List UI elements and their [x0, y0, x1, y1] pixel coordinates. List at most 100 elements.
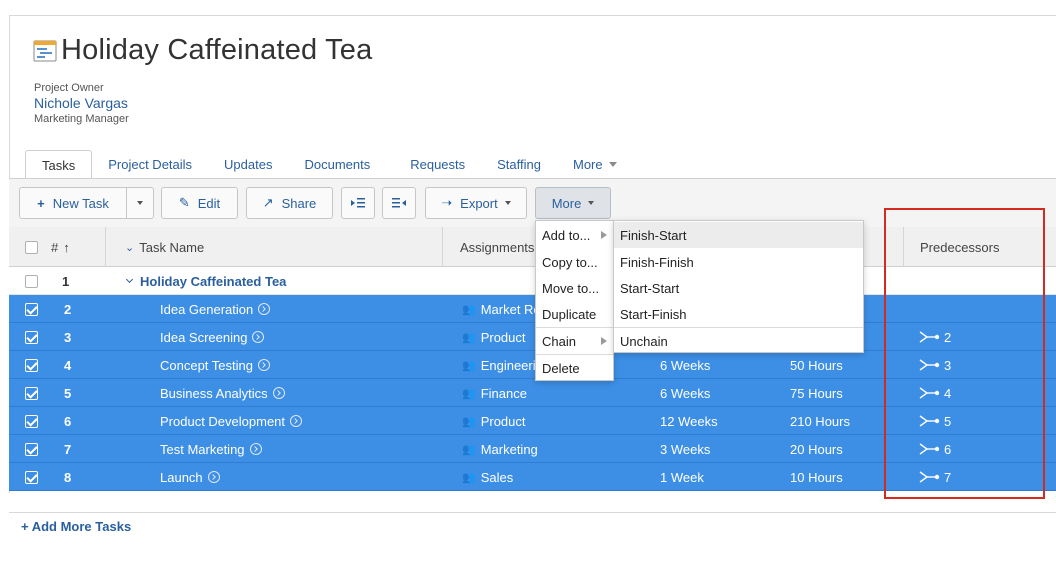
task-name-cell[interactable]: Idea Generation	[160, 295, 271, 323]
tab-documents[interactable]: Documents	[288, 150, 394, 179]
menu-item-finish-start[interactable]: Finish-Start	[614, 222, 863, 248]
more-label: More	[551, 195, 582, 211]
select-all-checkbox[interactable]	[25, 227, 38, 267]
duration-cell[interactable]: 12 Weeks	[660, 407, 718, 435]
checkbox	[25, 274, 38, 288]
menu-item-label: Finish-Finish	[620, 254, 694, 270]
planned-hours-cell[interactable]: 10 Hours	[790, 463, 843, 491]
open-task-icon[interactable]	[252, 331, 265, 343]
menu-item-unchain[interactable]: Unchain	[614, 328, 863, 354]
planned-hours-cell[interactable]: 50 Hours	[790, 351, 843, 379]
export-button[interactable]: ➝ Export	[425, 187, 527, 219]
menu-item-delete[interactable]: Delete	[536, 355, 613, 381]
row-number: 2	[64, 301, 72, 317]
assignment-cell[interactable]: 👥 Sales	[462, 463, 513, 491]
open-task-icon[interactable]	[258, 303, 271, 315]
row-checkbox[interactable]	[25, 407, 38, 435]
assignment: Marketing	[480, 441, 538, 457]
more-button[interactable]: More	[535, 187, 611, 219]
row-checkbox[interactable]	[25, 351, 38, 379]
duration-cell[interactable]: 6 Weeks	[660, 351, 710, 379]
column-number[interactable]: # ↑	[51, 227, 70, 267]
assignment-cell[interactable]: 👥 Product	[462, 407, 526, 435]
add-more-tasks-link[interactable]: + Add More Tasks	[21, 519, 131, 534]
task-name-cell[interactable]: Test Marketing	[160, 435, 262, 463]
task-name-cell[interactable]: Product Development	[160, 407, 303, 435]
menu-item-add-to[interactable]: Add to...	[536, 222, 613, 248]
owner-name-link[interactable]: Nichole Vargas	[34, 95, 128, 111]
edit-button[interactable]: ✎ Edit	[161, 187, 238, 219]
open-task-icon[interactable]	[272, 387, 285, 399]
assignment-cell[interactable]: 👥 Marketing	[462, 435, 538, 463]
tab-more-label: More	[573, 157, 603, 172]
column-task-name[interactable]: ⌄ Task Name	[125, 227, 204, 267]
assignment: Engineeri	[480, 357, 536, 373]
row-checkbox[interactable]	[25, 463, 38, 491]
menu-item-move-to[interactable]: Move to...	[536, 275, 613, 301]
menu-item-label: Start-Start	[620, 280, 680, 296]
row-checkbox[interactable]	[25, 323, 38, 351]
menu-item-copy-to[interactable]: Copy to...	[536, 249, 613, 275]
task-name-cell[interactable]: Idea Screening	[160, 323, 265, 351]
tab-more[interactable]: More	[557, 150, 633, 179]
assignment: Finance	[480, 385, 527, 401]
task-name: Test Marketing	[160, 441, 245, 457]
task-name-cell[interactable]: Launch	[160, 463, 220, 491]
row-checkbox[interactable]	[25, 267, 38, 295]
indent-button[interactable]	[341, 187, 375, 219]
people-icon: 👥	[462, 443, 476, 456]
edit-label: Edit	[197, 195, 221, 211]
new-task-button[interactable]: + New Task	[19, 187, 127, 219]
duration-cell[interactable]: 3 Weeks	[660, 435, 710, 463]
assignment-cell[interactable]: 👥 Engineeri	[462, 351, 536, 379]
open-task-icon[interactable]	[207, 471, 220, 483]
tab-tasks[interactable]: Tasks	[25, 150, 93, 179]
tab-updates[interactable]: Updates	[208, 150, 288, 179]
column-assignments[interactable]: Assignments	[460, 227, 534, 267]
column-divider	[105, 227, 106, 267]
task-name-cell[interactable]: Business Analytics	[160, 379, 285, 407]
row-number: 3	[64, 329, 72, 345]
more-menu: Add to... Copy to... Move to... Duplicat…	[535, 220, 614, 381]
owner-label: Project Owner	[34, 82, 104, 94]
row-checkbox[interactable]	[25, 295, 38, 323]
share-icon: ↗	[262, 195, 274, 210]
task-name: Concept Testing	[160, 357, 253, 373]
row-number: 5	[64, 385, 72, 401]
task-name-cell[interactable]: Concept Testing	[160, 351, 270, 379]
planned-hours-cell[interactable]: 210 Hours	[790, 407, 850, 435]
assignment-cell[interactable]: 👥 Product	[462, 323, 526, 351]
task-name-cell[interactable]: Holiday Caffeinated Tea	[125, 267, 287, 295]
open-task-icon[interactable]	[290, 415, 303, 427]
assignment: Product	[480, 413, 526, 429]
menu-item-duplicate[interactable]: Duplicate	[536, 301, 613, 327]
row-checkbox[interactable]	[25, 379, 38, 407]
row-checkbox[interactable]	[25, 435, 38, 463]
assignment-cell[interactable]: 👥 Finance	[462, 379, 527, 407]
menu-item-label: Copy to...	[542, 254, 598, 270]
assignment-cell[interactable]: 👥 Market Re	[462, 295, 541, 323]
people-icon: 👥	[462, 303, 476, 316]
duration-cell[interactable]: 6 Weeks	[660, 379, 710, 407]
checkbox	[25, 442, 38, 456]
new-task-dropdown-button[interactable]	[126, 187, 154, 219]
duration-cell[interactable]: 1 Week	[660, 463, 704, 491]
planned-hours-cell[interactable]: 75 Hours	[790, 379, 843, 407]
menu-item-start-finish[interactable]: Start-Finish	[614, 301, 863, 327]
planned-hours-cell[interactable]: 20 Hours	[790, 435, 843, 463]
open-task-icon[interactable]	[249, 443, 262, 455]
open-task-icon[interactable]	[258, 359, 270, 371]
collapse-chevron-icon[interactable]	[125, 275, 134, 284]
checkbox	[25, 386, 38, 400]
chevron-down-icon: ⌄	[125, 241, 135, 254]
menu-item-finish-finish[interactable]: Finish-Finish	[614, 249, 863, 275]
task-name: Holiday Caffeinated Tea	[140, 273, 287, 289]
menu-item-start-start[interactable]: Start-Start	[614, 275, 863, 301]
tab-requests[interactable]: Requests	[394, 150, 481, 179]
outdent-button[interactable]	[382, 187, 416, 219]
pencil-icon: ✎	[178, 195, 190, 210]
menu-item-chain[interactable]: Chain	[536, 328, 613, 354]
tab-project-details[interactable]: Project Details	[92, 150, 208, 179]
tab-staffing[interactable]: Staffing	[481, 150, 557, 179]
share-button[interactable]: ↗ Share	[246, 187, 333, 219]
